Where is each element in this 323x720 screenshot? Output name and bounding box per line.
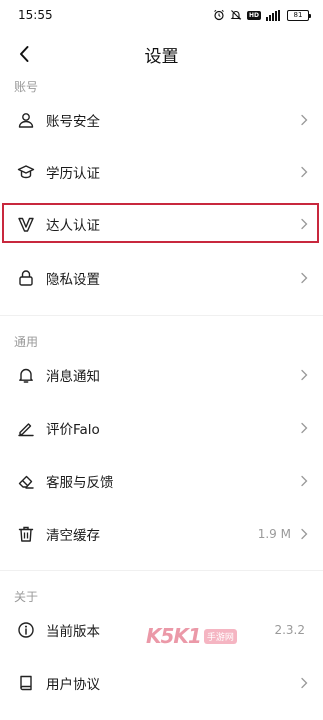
status-bar: 15:55 HD 81 (0, 0, 323, 30)
chevron-right-icon (299, 421, 309, 435)
settings-item-expert[interactable]: 达人认证 (0, 198, 323, 250)
trash-icon (16, 524, 36, 544)
watermark: K5K1 手游网 (146, 624, 237, 648)
pen-icon (16, 418, 36, 438)
watermark-logo: K5K1 (146, 624, 202, 648)
settings-item-label: 隐私设置 (46, 272, 100, 288)
page-title: 设置 (144, 46, 179, 67)
chevron-right-icon (299, 271, 309, 285)
alarm-icon (213, 9, 225, 21)
lock-icon (16, 268, 36, 288)
cache-size-value: 1.9 M (257, 527, 291, 541)
section-divider (0, 315, 323, 316)
book-icon (16, 673, 36, 693)
settings-item-privacy[interactable]: 隐私设置 (0, 252, 323, 304)
mute-bell-icon (230, 9, 242, 21)
settings-item-label: 学历认证 (46, 166, 100, 182)
hd-icon: HD (246, 10, 261, 20)
settings-item-label: 清空缓存 (46, 528, 100, 544)
settings-item-notifications[interactable]: 消息通知 (0, 349, 323, 401)
chevron-right-icon (299, 217, 309, 231)
chevron-right-icon (299, 113, 309, 127)
section-header-general: 通用 (14, 335, 39, 349)
settings-item-label: 客服与反馈 (46, 475, 114, 491)
section-header-account: 账号 (14, 80, 39, 94)
settings-item-cache[interactable]: 清空缓存 1.9 M (0, 508, 323, 560)
settings-item-label: 达人认证 (46, 218, 100, 234)
eraser-icon (16, 471, 36, 491)
settings-item-account-security[interactable]: 账号安全 (0, 94, 323, 146)
user-icon (16, 110, 36, 130)
graduation-cap-icon (16, 162, 36, 182)
chevron-right-icon (299, 474, 309, 488)
status-icons: HD 81 (213, 9, 311, 21)
chevron-left-icon (20, 46, 29, 62)
version-value: 2.3.2 (274, 623, 305, 637)
settings-item-agreement[interactable]: 用户协议 (0, 657, 323, 709)
signal-icon (266, 9, 282, 21)
battery-level: 81 (293, 10, 303, 19)
chevron-right-icon (299, 676, 309, 690)
v-badge-icon (16, 214, 36, 234)
section-header-about: 关于 (14, 590, 39, 604)
watermark-badge: 手游网 (203, 628, 237, 644)
section-divider (0, 570, 323, 571)
chevron-right-icon (299, 165, 309, 179)
settings-item-support[interactable]: 客服与反馈 (0, 455, 323, 507)
status-time: 15:55 (18, 8, 53, 22)
settings-item-education[interactable]: 学历认证 (0, 146, 323, 198)
nav-bar: 设置 (0, 30, 323, 78)
battery-icon: 81 (287, 9, 311, 21)
settings-item-rate[interactable]: 评价Falo (0, 402, 323, 454)
settings-item-label: 消息通知 (46, 369, 100, 385)
settings-item-label: 评价Falo (46, 422, 100, 438)
bell-icon (16, 365, 36, 385)
chevron-right-icon (299, 368, 309, 382)
back-button[interactable] (12, 42, 36, 66)
chevron-right-icon (299, 527, 309, 541)
info-icon (16, 620, 36, 640)
settings-item-label: 账号安全 (46, 114, 100, 130)
settings-item-label: 用户协议 (46, 677, 100, 693)
